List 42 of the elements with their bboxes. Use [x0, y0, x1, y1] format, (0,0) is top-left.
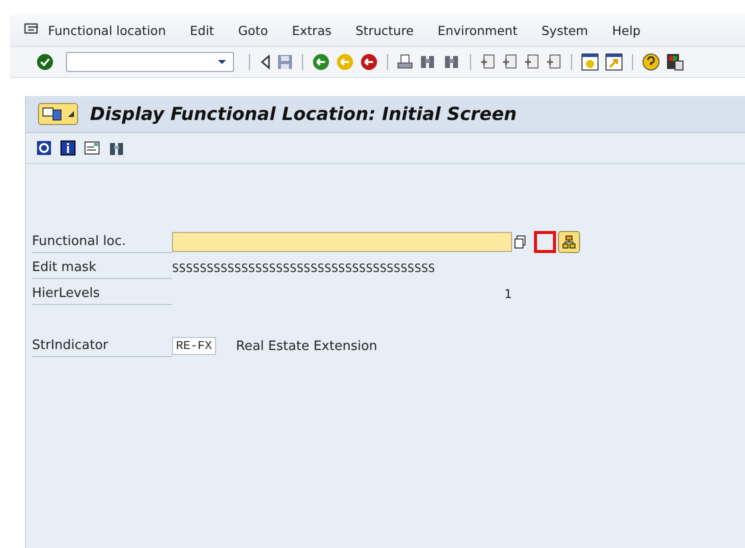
hierarchy-icon	[562, 235, 576, 249]
indicator-value: RE-FX	[172, 337, 216, 355]
screen-menu-button[interactable]	[38, 103, 78, 125]
menu-item[interactable]: Edit	[190, 22, 214, 38]
help-icon[interactable]	[642, 53, 660, 71]
window-icon[interactable]	[581, 53, 599, 71]
corner-icon	[68, 111, 74, 117]
menu-item[interactable]: System	[541, 22, 588, 38]
input-field[interactable]	[172, 232, 512, 252]
page-icon[interactable]	[524, 54, 540, 70]
window-icon[interactable]	[605, 53, 623, 71]
caret-icon[interactable]	[217, 59, 227, 65]
field-value: 1	[503, 287, 512, 301]
menu-item[interactable]: Extras	[292, 22, 332, 38]
command-field[interactable]	[66, 52, 234, 72]
menu-item[interactable]: Functional location	[48, 22, 166, 38]
field-label: HierLevels	[32, 284, 172, 304]
field-value: SSSSSSSSSSSSSSSSSSSSSSSSSSSSSSSSSSSSSS	[172, 261, 436, 275]
field-label: Edit mask	[32, 258, 172, 278]
menu-item[interactable]: Environment	[438, 22, 518, 38]
menu-item[interactable]: Goto	[238, 22, 268, 38]
highlight-frame	[534, 231, 556, 253]
indicator-description: Real Estate Extension	[236, 338, 378, 354]
menu-item[interactable]: Structure	[356, 22, 414, 38]
page-icon[interactable]	[546, 54, 562, 70]
document-icon[interactable]	[84, 140, 100, 156]
hierarchy-button[interactable]	[558, 231, 580, 253]
windows-icon	[42, 107, 64, 121]
menu-item[interactable]: Help	[612, 22, 641, 38]
screen-title: Display Functional Location: Initial Screen	[90, 104, 517, 124]
page-icon[interactable]	[480, 54, 496, 70]
copy-icon[interactable]	[514, 235, 526, 249]
layout-icon[interactable]	[666, 53, 684, 71]
refresh-icon[interactable]	[36, 140, 52, 156]
back-icon[interactable]	[312, 53, 330, 71]
print-icon[interactable]	[397, 54, 413, 70]
triangle-icon[interactable]	[259, 54, 271, 70]
cancel-icon[interactable]	[360, 53, 378, 71]
check-icon[interactable]	[36, 53, 54, 71]
save-icon[interactable]	[277, 54, 293, 70]
info-icon[interactable]	[60, 140, 76, 156]
page-icon[interactable]	[502, 54, 518, 70]
